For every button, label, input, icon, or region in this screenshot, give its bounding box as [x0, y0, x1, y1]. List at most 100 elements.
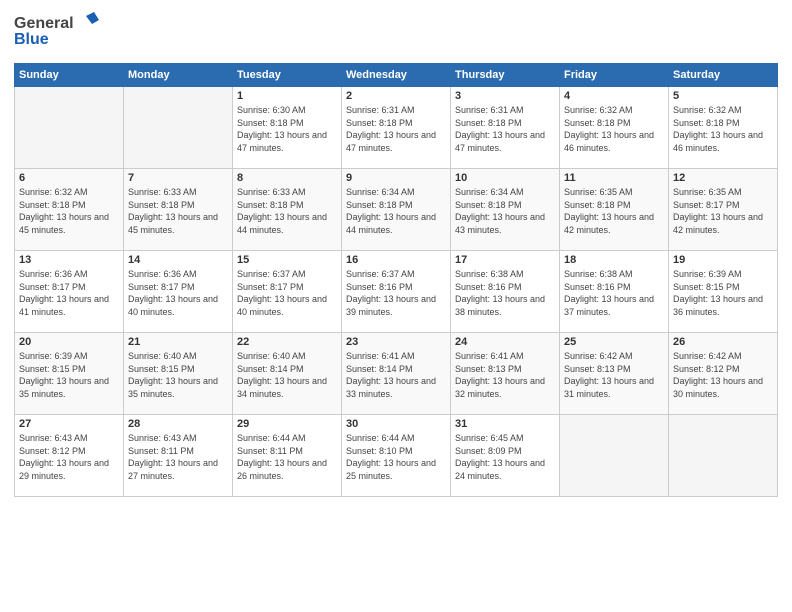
day-number: 9: [346, 172, 446, 184]
calendar-cell: 14Sunrise: 6:36 AM Sunset: 8:17 PM Dayli…: [124, 251, 233, 333]
svg-text:Blue: Blue: [14, 31, 49, 48]
day-number: 24: [455, 336, 555, 348]
calendar-cell: 11Sunrise: 6:35 AM Sunset: 8:18 PM Dayli…: [560, 169, 669, 251]
calendar-cell: 24 Sunrise: 6:41 AM Sunset: 8:13 PM Dayli…: [451, 333, 560, 415]
calendar-cell: 29 Sunrise: 6:44 AM Sunset: 8:11 PM Dayli…: [233, 415, 342, 497]
day-number: 17: [455, 254, 555, 266]
day-number: 5: [673, 90, 773, 102]
calendar-cell: 7 Sunrise: 6:33 AM Sunset: 8:18 PM Daylig…: [124, 169, 233, 251]
calendar-cell: 16 Sunrise: 6:37 AM Sunset: 8:16 PM Dayli…: [342, 251, 451, 333]
calendar-cell: [15, 87, 124, 169]
day-info: Sunrise: 6:31 AM Sunset: 8:18 PM Dayligh…: [455, 104, 555, 154]
day-number: 16: [346, 254, 446, 266]
calendar-cell: 22 Sunrise: 6:40 AM Sunset: 8:14 PM Dayli…: [233, 333, 342, 415]
day-info: Sunrise: 6:42 AM Sunset: 8:13 PM Dayligh…: [564, 350, 664, 400]
calendar-cell: 12 Sunrise: 6:35 AM Sunset: 8:17 PM Dayli…: [669, 169, 778, 251]
day-info: Sunrise: 6:35 AM Sunset: 8:17 PM Dayligh…: [673, 186, 773, 236]
calendar-cell: [124, 87, 233, 169]
calendar-week-row: 27Sunrise: 6:43 AM Sunset: 8:12 PM Dayli…: [15, 415, 778, 497]
day-number: 18: [564, 254, 664, 266]
day-info: Sunrise: 6:42 AM Sunset: 8:12 PM Dayligh…: [673, 350, 773, 400]
calendar-cell: 2 Sunrise: 6:31 AM Sunset: 8:18 PM Daylig…: [342, 87, 451, 169]
day-number: 28: [128, 418, 228, 430]
calendar-cell: 15 Sunrise: 6:37 AM Sunset: 8:17 PM Dayli…: [233, 251, 342, 333]
logo: General Blue: [14, 10, 104, 57]
day-number: 7: [128, 172, 228, 184]
calendar-week-row: 13 Sunrise: 6:36 AM Sunset: 8:17 PM Dayli…: [15, 251, 778, 333]
day-info: Sunrise: 6:36 AM Sunset: 8:17 PM Dayligh…: [128, 268, 228, 318]
day-number: 1: [237, 90, 337, 102]
calendar-cell: [669, 415, 778, 497]
calendar-week-row: 20 Sunrise: 6:39 AM Sunset: 8:15 PM Dayli…: [15, 333, 778, 415]
calendar-cell: 31Sunrise: 6:45 AM Sunset: 8:09 PM Dayli…: [451, 415, 560, 497]
calendar-cell: 5Sunrise: 6:32 AM Sunset: 8:18 PM Daylig…: [669, 87, 778, 169]
calendar-cell: 19 Sunrise: 6:39 AM Sunset: 8:15 PM Dayli…: [669, 251, 778, 333]
day-info: Sunrise: 6:38 AM Sunset: 8:16 PM Dayligh…: [564, 268, 664, 318]
day-number: 25: [564, 336, 664, 348]
calendar-cell: 17Sunrise: 6:38 AM Sunset: 8:16 PM Dayli…: [451, 251, 560, 333]
day-number: 21: [128, 336, 228, 348]
weekday-header-monday: Monday: [124, 64, 233, 87]
weekday-header-sunday: Sunday: [15, 64, 124, 87]
weekday-header-friday: Friday: [560, 64, 669, 87]
calendar-cell: 18 Sunrise: 6:38 AM Sunset: 8:16 PM Dayli…: [560, 251, 669, 333]
day-info: Sunrise: 6:43 AM Sunset: 8:12 PM Dayligh…: [19, 432, 119, 482]
day-info: Sunrise: 6:39 AM Sunset: 8:15 PM Dayligh…: [673, 268, 773, 318]
logo-block: General Blue: [14, 10, 104, 57]
day-number: 29: [237, 418, 337, 430]
day-number: 10: [455, 172, 555, 184]
logo-svg: General Blue: [14, 10, 104, 52]
day-info: Sunrise: 6:32 AM Sunset: 8:18 PM Dayligh…: [564, 104, 664, 154]
page-container: General Blue SundayMondayTuesdayWednesda…: [0, 0, 792, 507]
weekday-header-saturday: Saturday: [669, 64, 778, 87]
calendar-cell: 25 Sunrise: 6:42 AM Sunset: 8:13 PM Dayli…: [560, 333, 669, 415]
day-info: Sunrise: 6:36 AM Sunset: 8:17 PM Dayligh…: [19, 268, 119, 318]
day-number: 20: [19, 336, 119, 348]
calendar-cell: 27Sunrise: 6:43 AM Sunset: 8:12 PM Dayli…: [15, 415, 124, 497]
day-number: 6: [19, 172, 119, 184]
day-info: Sunrise: 6:44 AM Sunset: 8:10 PM Dayligh…: [346, 432, 446, 482]
calendar-cell: 30 Sunrise: 6:44 AM Sunset: 8:10 PM Dayli…: [342, 415, 451, 497]
day-info: Sunrise: 6:33 AM Sunset: 8:18 PM Dayligh…: [128, 186, 228, 236]
day-info: Sunrise: 6:33 AM Sunset: 8:18 PM Dayligh…: [237, 186, 337, 236]
day-info: Sunrise: 6:40 AM Sunset: 8:15 PM Dayligh…: [128, 350, 228, 400]
header: General Blue: [14, 10, 778, 57]
day-info: Sunrise: 6:34 AM Sunset: 8:18 PM Dayligh…: [455, 186, 555, 236]
calendar-week-row: 6 Sunrise: 6:32 AM Sunset: 8:18 PM Daylig…: [15, 169, 778, 251]
calendar-cell: 20 Sunrise: 6:39 AM Sunset: 8:15 PM Dayli…: [15, 333, 124, 415]
calendar-cell: 9 Sunrise: 6:34 AM Sunset: 8:18 PM Daylig…: [342, 169, 451, 251]
day-number: 13: [19, 254, 119, 266]
day-info: Sunrise: 6:43 AM Sunset: 8:11 PM Dayligh…: [128, 432, 228, 482]
day-info: Sunrise: 6:44 AM Sunset: 8:11 PM Dayligh…: [237, 432, 337, 482]
calendar-cell: 21 Sunrise: 6:40 AM Sunset: 8:15 PM Dayli…: [124, 333, 233, 415]
day-number: 4: [564, 90, 664, 102]
day-number: 12: [673, 172, 773, 184]
header-row: SundayMondayTuesdayWednesdayThursdayFrid…: [15, 64, 778, 87]
calendar-week-row: 1Sunrise: 6:30 AM Sunset: 8:18 PM Daylig…: [15, 87, 778, 169]
day-number: 30: [346, 418, 446, 430]
calendar-cell: 28 Sunrise: 6:43 AM Sunset: 8:11 PM Dayli…: [124, 415, 233, 497]
calendar-cell: 8 Sunrise: 6:33 AM Sunset: 8:18 PM Daylig…: [233, 169, 342, 251]
day-info: Sunrise: 6:41 AM Sunset: 8:13 PM Dayligh…: [455, 350, 555, 400]
day-number: 23: [346, 336, 446, 348]
day-info: Sunrise: 6:41 AM Sunset: 8:14 PM Dayligh…: [346, 350, 446, 400]
calendar-cell: 1Sunrise: 6:30 AM Sunset: 8:18 PM Daylig…: [233, 87, 342, 169]
day-number: 2: [346, 90, 446, 102]
day-info: Sunrise: 6:31 AM Sunset: 8:18 PM Dayligh…: [346, 104, 446, 154]
day-info: Sunrise: 6:37 AM Sunset: 8:16 PM Dayligh…: [346, 268, 446, 318]
day-info: Sunrise: 6:40 AM Sunset: 8:14 PM Dayligh…: [237, 350, 337, 400]
day-info: Sunrise: 6:39 AM Sunset: 8:15 PM Dayligh…: [19, 350, 119, 400]
calendar-cell: 3Sunrise: 6:31 AM Sunset: 8:18 PM Daylig…: [451, 87, 560, 169]
calendar-table: SundayMondayTuesdayWednesdayThursdayFrid…: [14, 63, 778, 497]
day-number: 22: [237, 336, 337, 348]
day-number: 19: [673, 254, 773, 266]
day-info: Sunrise: 6:37 AM Sunset: 8:17 PM Dayligh…: [237, 268, 337, 318]
day-info: Sunrise: 6:32 AM Sunset: 8:18 PM Dayligh…: [19, 186, 119, 236]
calendar-cell: 23 Sunrise: 6:41 AM Sunset: 8:14 PM Dayli…: [342, 333, 451, 415]
svg-text:General: General: [14, 15, 74, 32]
day-info: Sunrise: 6:34 AM Sunset: 8:18 PM Dayligh…: [346, 186, 446, 236]
day-number: 15: [237, 254, 337, 266]
calendar-cell: 13 Sunrise: 6:36 AM Sunset: 8:17 PM Dayli…: [15, 251, 124, 333]
day-number: 8: [237, 172, 337, 184]
day-info: Sunrise: 6:35 AM Sunset: 8:18 PM Dayligh…: [564, 186, 664, 236]
